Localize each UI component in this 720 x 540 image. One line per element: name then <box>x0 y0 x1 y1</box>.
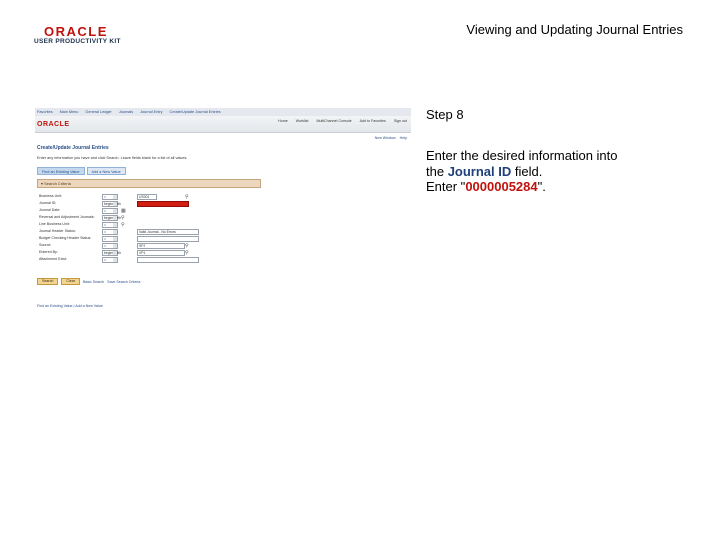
operator-attachment[interactable]: = <box>102 257 118 263</box>
row-attachment: Attachment Exist: = <box>39 257 239 263</box>
row-budget-status: Budget Checking Header Status: = <box>39 236 239 242</box>
menu-bar: Favorites Main Menu General Ledger Journ… <box>35 108 411 116</box>
label-journal-id: Journal ID: <box>39 201 57 205</box>
value-entered-by[interactable]: VP1 <box>137 250 185 256</box>
link-add-favorites[interactable]: Add to Favorites <box>360 119 386 123</box>
logo-product: USER PRODUCTIVITY KIT <box>34 38 121 45</box>
link-new-window[interactable]: New Window <box>375 136 396 140</box>
tab-add-new[interactable]: Add a New Value <box>86 167 126 175</box>
page-title: Viewing and Updating Journal Entries <box>466 22 683 37</box>
row-entered-by: Entered By: begins with VP1 ⚲ <box>39 250 239 256</box>
link-multichannel[interactable]: MultiChannel Console <box>316 119 351 123</box>
instruction-line-3-prefix: Enter " <box>426 179 466 194</box>
menu-item-journal-entry[interactable]: Journal Entry <box>140 110 162 114</box>
menu-item-general-ledger[interactable]: General Ledger <box>85 110 111 114</box>
journal-id-field[interactable] <box>137 201 189 207</box>
link-help[interactable]: Help <box>400 136 407 140</box>
lookup-icon[interactable]: ⚲ <box>121 215 126 221</box>
save-criteria-link[interactable]: Save Search Criteria <box>107 280 140 284</box>
link-sign-out[interactable]: Sign out <box>394 119 407 123</box>
clear-button[interactable]: Clear <box>61 278 80 285</box>
instruction-line-1: Enter the desired information into <box>426 148 618 163</box>
menu-item-journals[interactable]: Journals <box>119 110 133 114</box>
instruction-line-3-suffix: ". <box>537 179 546 194</box>
row-journal-id: Journal ID: begins with <box>39 201 239 207</box>
footer-links[interactable]: Find an Existing Value | Add a New Value <box>37 304 103 308</box>
row-business-unit: Business Unit: = US001 ⚲ <box>39 194 239 200</box>
instruction-line-2-suffix: field. <box>511 163 543 179</box>
lookup-icon[interactable]: ⚲ <box>185 194 190 200</box>
label-attachment: Attachment Exist: <box>39 257 67 261</box>
calendar-icon[interactable]: ▦ <box>121 208 126 214</box>
logo-brand: ORACLE <box>44 24 108 39</box>
row-reversal: Reversal and Adjustment Journals: begins… <box>39 215 239 221</box>
operator-source[interactable]: = <box>102 243 118 249</box>
screen-instructions: Enter any information you have and click… <box>37 156 188 160</box>
search-buttons: Search Clear Basic Search Save Search Cr… <box>37 278 140 285</box>
lookup-icon[interactable]: ⚲ <box>121 222 126 228</box>
brand-logo: ORACLE <box>37 121 70 128</box>
search-button[interactable]: Search <box>37 278 59 285</box>
label-budget-status: Budget Checking Header Status: <box>39 236 92 240</box>
search-criteria-label: Search Criteria <box>44 181 71 186</box>
operator-journal-date[interactable]: = <box>102 208 118 214</box>
menu-item-favorites[interactable]: Favorites <box>37 110 53 114</box>
label-source: Source: <box>39 243 52 247</box>
search-tabs: Find an Existing Value Add a New Value <box>37 167 126 175</box>
row-source: Source: = SPJ ⚲ <box>39 243 239 249</box>
value-header-status[interactable]: Valid Journal - No Errors <box>137 229 199 235</box>
link-worklist[interactable]: Worklist <box>296 119 309 123</box>
lookup-icon[interactable]: ⚲ <box>185 250 190 256</box>
lookup-icon[interactable]: ⚲ <box>185 243 190 249</box>
oracle-upk-logo: ORACLE USER PRODUCTIVITY KIT <box>34 24 130 48</box>
screen-heading: Create/Update Journal Entries <box>37 145 109 151</box>
label-line-bu: Line Business Unit: <box>39 222 70 226</box>
basic-search-link[interactable]: Basic Search <box>83 280 104 284</box>
operator-header-status[interactable]: = <box>102 229 118 235</box>
link-home[interactable]: Home <box>278 119 288 123</box>
tab-find-existing[interactable]: Find an Existing Value <box>37 167 85 175</box>
operator-budget-status[interactable]: = <box>102 236 118 242</box>
menu-item-create-update[interactable]: Create/Update Journal Entries <box>170 110 221 114</box>
label-reversal: Reversal and Adjustment Journals: <box>39 215 95 219</box>
field-name: Journal ID <box>447 163 512 179</box>
value-source[interactable]: SPJ <box>137 243 185 249</box>
operator-line-bu[interactable]: = <box>102 222 118 228</box>
operator-business-unit[interactable]: = <box>102 194 118 200</box>
operator-journal-id[interactable]: begins with <box>102 201 121 207</box>
application-screenshot: Favorites Main Menu General Ledger Journ… <box>35 108 411 314</box>
menu-item-main-menu[interactable]: Main Menu <box>60 110 79 114</box>
value-attachment[interactable] <box>137 257 199 263</box>
label-journal-date: Journal Date: <box>39 208 61 212</box>
label-business-unit: Business Unit: <box>39 194 62 198</box>
row-line-bu: Line Business Unit: = ⚲ <box>39 222 239 228</box>
value-business-unit[interactable]: US001 <box>137 194 157 200</box>
step-number: Step 8 <box>426 107 464 122</box>
row-journal-date: Journal Date: = ▦ <box>39 208 239 214</box>
row-header-status: Journal Header Status: = Valid Journal -… <box>39 229 239 235</box>
search-criteria-header: ▾ Search Criteria <box>37 179 261 188</box>
operator-entered-by[interactable]: begins with <box>102 250 121 256</box>
brand-bar: ORACLE Home Worklist MultiChannel Consol… <box>35 116 411 133</box>
operator-reversal[interactable]: begins with <box>102 215 121 221</box>
top-links: Home Worklist MultiChannel Console Add t… <box>278 119 407 123</box>
step-instructions: Enter the desired information into the J… <box>426 148 666 195</box>
label-entered-by: Entered By: <box>39 250 58 254</box>
label-header-status: Journal Header Status: <box>39 229 76 233</box>
value-budget-status[interactable] <box>137 236 199 242</box>
entry-value: 0000005284 <box>465 179 538 194</box>
sub-toolbar: New Window Help <box>375 136 407 140</box>
instruction-line-2-prefix: the <box>426 163 448 179</box>
